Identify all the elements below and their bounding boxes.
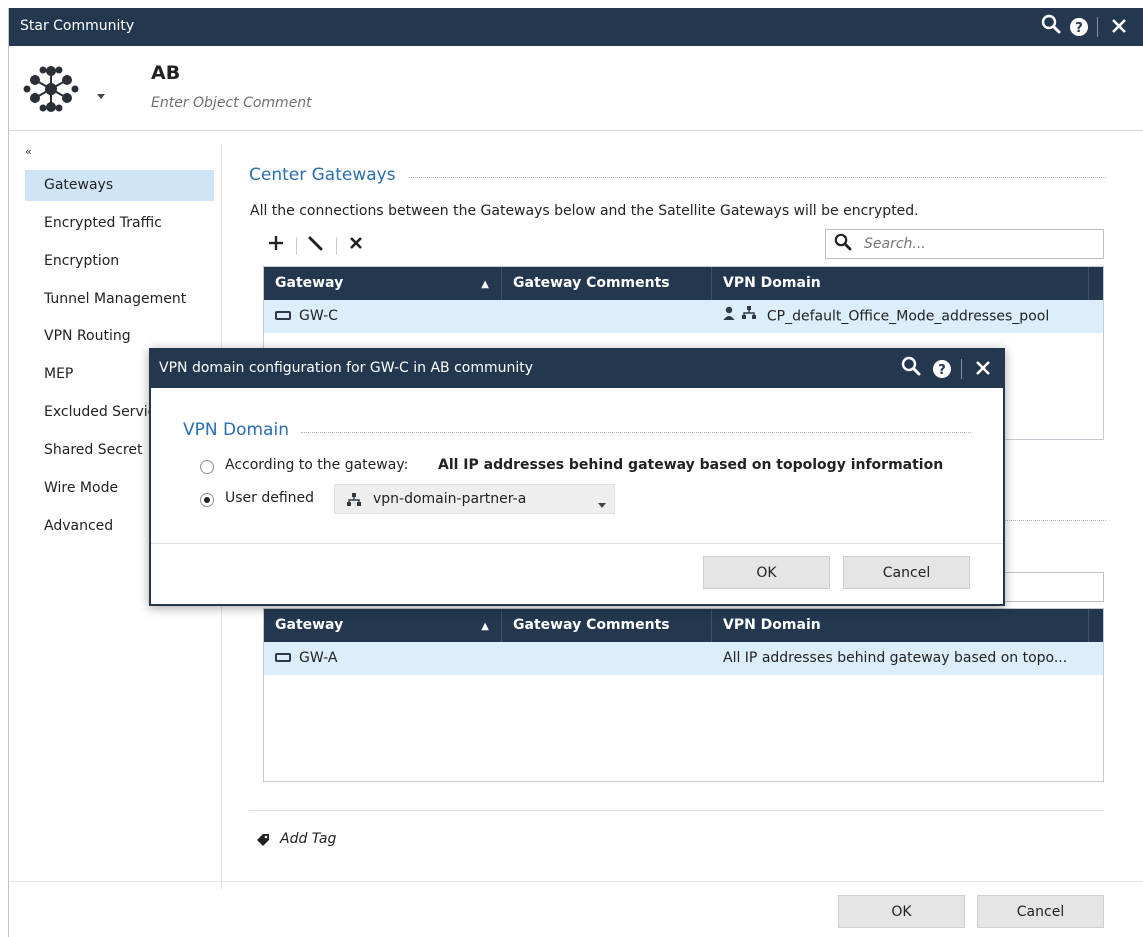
help-icon[interactable]: ? bbox=[1069, 17, 1089, 37]
star-community-icon[interactable] bbox=[23, 64, 79, 114]
column-header-gateway[interactable]: Gateway ▲ bbox=[264, 609, 502, 642]
cancel-button[interactable]: Cancel bbox=[977, 895, 1104, 928]
close-icon[interactable] bbox=[973, 359, 993, 379]
ok-button[interactable]: OK bbox=[838, 895, 965, 928]
column-label: VPN Domain bbox=[723, 617, 821, 633]
column-label: Gateway bbox=[275, 275, 344, 291]
vpn-domain-value: CP_default_Office_Mode_addresses_pool bbox=[766, 308, 1050, 325]
search-input[interactable] bbox=[862, 234, 1092, 254]
satellite-search-box bbox=[989, 572, 1104, 602]
column-label: Gateway Comments bbox=[513, 617, 670, 633]
svg-text:?: ? bbox=[1075, 21, 1083, 36]
edit-icon[interactable] bbox=[305, 232, 327, 254]
column-header-vpn-domain[interactable]: VPN Domain bbox=[712, 267, 1089, 300]
vpn-domain-cell: CP_default_Office_Mode_addresses_pool bbox=[712, 300, 1103, 333]
dialog-ok-button[interactable]: OK bbox=[703, 556, 830, 589]
gateway-name: GW-A bbox=[299, 650, 338, 666]
section-divider bbox=[301, 432, 971, 433]
section-divider bbox=[989, 520, 1106, 521]
sidebar-item-gateways[interactable]: Gateways bbox=[25, 170, 214, 201]
gateway-icon bbox=[275, 652, 291, 662]
gateway-cell: GW-C bbox=[264, 300, 502, 333]
titlebar-separator bbox=[1097, 17, 1098, 37]
dialog-title: VPN domain configuration for GW-C in AB … bbox=[159, 360, 534, 376]
dialog-footer-divider bbox=[151, 543, 1003, 544]
search-icon bbox=[834, 233, 852, 258]
column-label: Gateway bbox=[275, 617, 344, 633]
window-title: Star Community bbox=[20, 18, 135, 34]
column-header-vpn-domain[interactable]: VPN Domain bbox=[712, 609, 1089, 642]
according-to-gateway-radio[interactable] bbox=[200, 460, 214, 474]
chevron-down-icon[interactable] bbox=[97, 88, 105, 99]
section-divider bbox=[249, 810, 1104, 811]
center-gateways-description: All the connections between the Gateways… bbox=[250, 203, 919, 219]
dialog-titlebar: VPN domain configuration for GW-C in AB … bbox=[151, 350, 1003, 388]
sort-ascending-icon: ▲ bbox=[481, 279, 489, 290]
comments-cell bbox=[502, 300, 712, 333]
gateway-icon bbox=[275, 310, 291, 320]
network-icon bbox=[742, 300, 757, 333]
user-defined-dropdown[interactable]: vpn-domain-partner-a bbox=[334, 484, 615, 514]
satellite-gateways-table: Gateway ▲ Gateway Comments VPN Domain GW… bbox=[263, 608, 1104, 782]
object-header: AB Enter Object Comment bbox=[9, 46, 1143, 131]
search-icon[interactable] bbox=[1040, 14, 1062, 38]
tag-icon[interactable] bbox=[256, 834, 270, 848]
comments-cell bbox=[502, 642, 712, 675]
svg-text:?: ? bbox=[938, 363, 946, 378]
footer-divider bbox=[9, 881, 1143, 882]
section-divider bbox=[409, 177, 1106, 178]
object-name[interactable]: AB bbox=[151, 62, 180, 84]
search-box bbox=[825, 229, 1104, 259]
dialog-cancel-button[interactable]: Cancel bbox=[843, 556, 970, 589]
network-icon bbox=[347, 493, 361, 511]
according-to-gateway-label[interactable]: According to the gateway: bbox=[225, 457, 408, 473]
vpn-domain-section-title: VPN Domain bbox=[183, 420, 299, 440]
search-icon[interactable] bbox=[900, 356, 922, 380]
titlebar-separator bbox=[961, 359, 962, 379]
table-header: Gateway ▲ Gateway Comments VPN Domain bbox=[264, 609, 1103, 642]
sidebar-item-tunnel-management[interactable]: Tunnel Management bbox=[25, 284, 214, 315]
gateway-name: GW-C bbox=[299, 308, 338, 324]
column-label: VPN Domain bbox=[723, 275, 821, 291]
column-header-gateway-comments[interactable]: Gateway Comments bbox=[502, 267, 712, 300]
sidebar-item-encryption[interactable]: Encryption bbox=[25, 246, 214, 277]
table-header: Gateway ▲ Gateway Comments VPN Domain bbox=[264, 267, 1103, 300]
help-icon[interactable]: ? bbox=[932, 359, 952, 379]
sort-ascending-icon: ▲ bbox=[481, 621, 489, 632]
user-defined-selected-value: vpn-domain-partner-a bbox=[373, 491, 527, 507]
chevron-down-icon bbox=[598, 497, 606, 513]
column-header-gateway[interactable]: Gateway ▲ bbox=[264, 267, 502, 300]
user-defined-label[interactable]: User defined bbox=[225, 490, 314, 506]
vpn-domain-dialog: VPN domain configuration for GW-C in AB … bbox=[149, 348, 1005, 606]
center-gateways-title: Center Gateways bbox=[249, 165, 406, 185]
column-header-gateway-comments[interactable]: Gateway Comments bbox=[502, 609, 712, 642]
vpn-domain-cell: All IP addresses behind gateway based on… bbox=[723, 650, 1068, 666]
gateway-cell: GW-A bbox=[264, 642, 502, 675]
sidebar-item-encrypted-traffic[interactable]: Encrypted Traffic bbox=[25, 208, 214, 239]
object-comment[interactable]: Enter Object Comment bbox=[151, 95, 312, 111]
add-icon[interactable] bbox=[265, 232, 287, 254]
collapse-sidebar-icon[interactable]: « bbox=[25, 145, 32, 158]
add-tag-link[interactable]: Add Tag bbox=[280, 831, 336, 847]
user-icon bbox=[723, 300, 735, 333]
column-label: Gateway Comments bbox=[513, 275, 670, 291]
according-to-gateway-value: All IP addresses behind gateway based on… bbox=[438, 457, 944, 473]
table-row[interactable]: GW-C CP_default_Office_Mode_addresses_po… bbox=[264, 300, 1103, 333]
close-icon[interactable] bbox=[1109, 17, 1129, 37]
user-defined-radio[interactable] bbox=[200, 493, 214, 507]
delete-icon[interactable] bbox=[345, 232, 367, 254]
window-titlebar: Star Community ? bbox=[9, 8, 1143, 46]
toolbar-separator bbox=[296, 237, 297, 255]
toolbar-separator bbox=[336, 237, 337, 255]
table-row[interactable]: GW-A All IP addresses behind gateway bas… bbox=[264, 642, 1103, 675]
